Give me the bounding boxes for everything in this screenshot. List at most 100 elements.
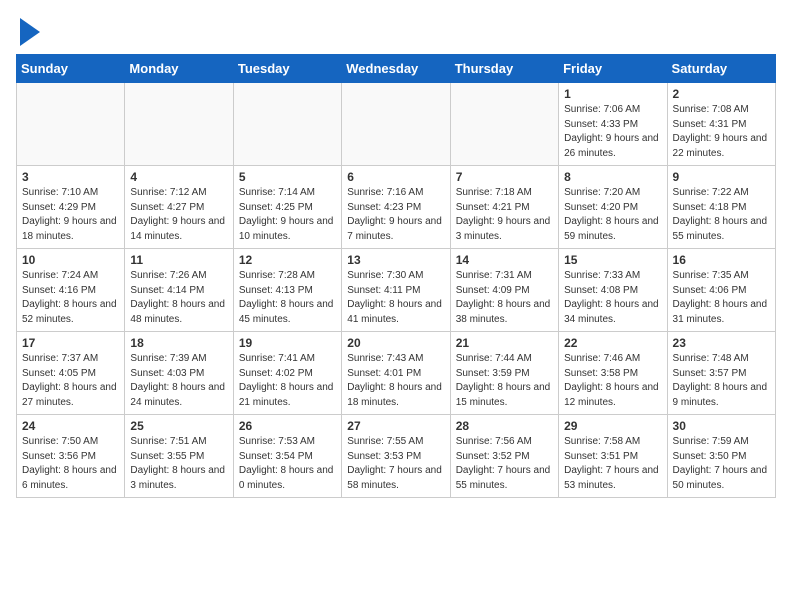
page-header xyxy=(16,16,776,46)
day-number: 20 xyxy=(347,336,444,350)
day-number: 28 xyxy=(456,419,553,433)
calendar-cell: 6 Sunrise: 7:16 AM Sunset: 4:23 PM Daylig… xyxy=(342,166,450,249)
calendar-header-sunday: Sunday xyxy=(17,55,125,83)
calendar-cell: 10 Sunrise: 7:24 AM Sunset: 4:16 PM Dayli… xyxy=(17,249,125,332)
day-info: Sunrise: 7:37 AM Sunset: 4:05 PM Dayligh… xyxy=(22,352,119,410)
day-number: 8 xyxy=(564,170,661,184)
day-number: 22 xyxy=(564,336,661,350)
day-info: Sunrise: 7:50 AM Sunset: 3:56 PM Dayligh… xyxy=(22,435,119,493)
day-info: Sunrise: 7:48 AM Sunset: 3:57 PM Dayligh… xyxy=(673,352,770,410)
day-info: Sunrise: 7:30 AM Sunset: 4:11 PM Dayligh… xyxy=(347,269,444,327)
calendar-cell: 20 Sunrise: 7:43 AM Sunset: 4:01 PM Dayli… xyxy=(342,332,450,415)
day-number: 23 xyxy=(673,336,770,350)
calendar-cell xyxy=(125,83,233,166)
calendar-cell: 26 Sunrise: 7:53 AM Sunset: 3:54 PM Dayli… xyxy=(233,415,341,498)
calendar-cell: 30 Sunrise: 7:59 AM Sunset: 3:50 PM Dayli… xyxy=(667,415,775,498)
day-info: Sunrise: 7:59 AM Sunset: 3:50 PM Dayligh… xyxy=(673,435,770,493)
logo xyxy=(16,16,40,46)
calendar-cell: 25 Sunrise: 7:51 AM Sunset: 3:55 PM Dayli… xyxy=(125,415,233,498)
calendar-cell: 13Sunrise: 7:30 AM Sunset: 4:11 PM Dayli… xyxy=(342,249,450,332)
day-number: 26 xyxy=(239,419,336,433)
day-number: 4 xyxy=(130,170,227,184)
day-number: 1 xyxy=(564,87,661,101)
calendar-cell: 3 Sunrise: 7:10 AM Sunset: 4:29 PM Daylig… xyxy=(17,166,125,249)
day-info: Sunrise: 7:14 AM Sunset: 4:25 PM Dayligh… xyxy=(239,186,336,244)
day-number: 14 xyxy=(456,253,553,267)
calendar-header-monday: Monday xyxy=(125,55,233,83)
calendar-week-4: 17 Sunrise: 7:37 AM Sunset: 4:05 PM Dayli… xyxy=(17,332,776,415)
calendar-header-friday: Friday xyxy=(559,55,667,83)
calendar-header-row: SundayMondayTuesdayWednesdayThursdayFrid… xyxy=(17,55,776,83)
calendar-cell: 29 Sunrise: 7:58 AM Sunset: 3:51 PM Dayli… xyxy=(559,415,667,498)
day-info: Sunrise: 7:12 AM Sunset: 4:27 PM Dayligh… xyxy=(130,186,227,244)
calendar-header-tuesday: Tuesday xyxy=(233,55,341,83)
day-number: 30 xyxy=(673,419,770,433)
day-info: Sunrise: 7:24 AM Sunset: 4:16 PM Dayligh… xyxy=(22,269,119,327)
day-info: Sunrise: 7:22 AM Sunset: 4:18 PM Dayligh… xyxy=(673,186,770,244)
day-info: Sunrise: 7:41 AM Sunset: 4:02 PM Dayligh… xyxy=(239,352,336,410)
calendar-cell: 14 Sunrise: 7:31 AM Sunset: 4:09 PM Dayli… xyxy=(450,249,558,332)
calendar-cell: 7 Sunrise: 7:18 AM Sunset: 4:21 PM Daylig… xyxy=(450,166,558,249)
calendar-header-saturday: Saturday xyxy=(667,55,775,83)
calendar-cell: 19 Sunrise: 7:41 AM Sunset: 4:02 PM Dayli… xyxy=(233,332,341,415)
calendar-cell: 16 Sunrise: 7:35 AM Sunset: 4:06 PM Dayli… xyxy=(667,249,775,332)
day-info: Sunrise: 7:18 AM Sunset: 4:21 PM Dayligh… xyxy=(456,186,553,244)
day-number: 12 xyxy=(239,253,336,267)
day-number: 15 xyxy=(564,253,661,267)
day-number: 2 xyxy=(673,87,770,101)
day-number: 18 xyxy=(130,336,227,350)
day-info: Sunrise: 7:58 AM Sunset: 3:51 PM Dayligh… xyxy=(564,435,661,493)
day-number: 10 xyxy=(22,253,119,267)
day-info: Sunrise: 7:33 AM Sunset: 4:08 PM Dayligh… xyxy=(564,269,661,327)
day-info: Sunrise: 7:46 AM Sunset: 3:58 PM Dayligh… xyxy=(564,352,661,410)
calendar-cell: 8Sunrise: 7:20 AM Sunset: 4:20 PM Daylig… xyxy=(559,166,667,249)
day-number: 7 xyxy=(456,170,553,184)
calendar-cell: 15 Sunrise: 7:33 AM Sunset: 4:08 PM Dayli… xyxy=(559,249,667,332)
day-number: 16 xyxy=(673,253,770,267)
calendar-header-wednesday: Wednesday xyxy=(342,55,450,83)
day-number: 19 xyxy=(239,336,336,350)
day-info: Sunrise: 7:28 AM Sunset: 4:13 PM Dayligh… xyxy=(239,269,336,327)
calendar-cell: 21 Sunrise: 7:44 AM Sunset: 3:59 PM Dayli… xyxy=(450,332,558,415)
day-info: Sunrise: 7:26 AM Sunset: 4:14 PM Dayligh… xyxy=(130,269,227,327)
day-info: Sunrise: 7:06 AM Sunset: 4:33 PM Dayligh… xyxy=(564,103,661,161)
day-info: Sunrise: 7:35 AM Sunset: 4:06 PM Dayligh… xyxy=(673,269,770,327)
day-info: Sunrise: 7:16 AM Sunset: 4:23 PM Dayligh… xyxy=(347,186,444,244)
day-number: 24 xyxy=(22,419,119,433)
day-info: Sunrise: 7:53 AM Sunset: 3:54 PM Dayligh… xyxy=(239,435,336,493)
calendar-table: SundayMondayTuesdayWednesdayThursdayFrid… xyxy=(16,54,776,498)
calendar-week-1: 1 Sunrise: 7:06 AM Sunset: 4:33 PM Daylig… xyxy=(17,83,776,166)
day-number: 21 xyxy=(456,336,553,350)
calendar-cell xyxy=(233,83,341,166)
day-info: Sunrise: 7:08 AM Sunset: 4:31 PM Dayligh… xyxy=(673,103,770,161)
day-info: Sunrise: 7:10 AM Sunset: 4:29 PM Dayligh… xyxy=(22,186,119,244)
calendar-header-thursday: Thursday xyxy=(450,55,558,83)
calendar-cell: 2 Sunrise: 7:08 AM Sunset: 4:31 PM Daylig… xyxy=(667,83,775,166)
calendar-cell: 23 Sunrise: 7:48 AM Sunset: 3:57 PM Dayli… xyxy=(667,332,775,415)
day-number: 17 xyxy=(22,336,119,350)
day-info: Sunrise: 7:31 AM Sunset: 4:09 PM Dayligh… xyxy=(456,269,553,327)
day-number: 29 xyxy=(564,419,661,433)
calendar-cell: 12 Sunrise: 7:28 AM Sunset: 4:13 PM Dayli… xyxy=(233,249,341,332)
day-number: 25 xyxy=(130,419,227,433)
calendar-cell: 28Sunrise: 7:56 AM Sunset: 3:52 PM Dayli… xyxy=(450,415,558,498)
day-number: 9 xyxy=(673,170,770,184)
calendar-cell: 4 Sunrise: 7:12 AM Sunset: 4:27 PM Daylig… xyxy=(125,166,233,249)
calendar-week-5: 24 Sunrise: 7:50 AM Sunset: 3:56 PM Dayli… xyxy=(17,415,776,498)
day-info: Sunrise: 7:43 AM Sunset: 4:01 PM Dayligh… xyxy=(347,352,444,410)
calendar-cell: 5Sunrise: 7:14 AM Sunset: 4:25 PM Daylig… xyxy=(233,166,341,249)
day-info: Sunrise: 7:39 AM Sunset: 4:03 PM Dayligh… xyxy=(130,352,227,410)
day-info: Sunrise: 7:51 AM Sunset: 3:55 PM Dayligh… xyxy=(130,435,227,493)
day-number: 11 xyxy=(130,253,227,267)
day-info: Sunrise: 7:55 AM Sunset: 3:53 PM Dayligh… xyxy=(347,435,444,493)
calendar-cell: 17 Sunrise: 7:37 AM Sunset: 4:05 PM Dayli… xyxy=(17,332,125,415)
calendar-cell: 11 Sunrise: 7:26 AM Sunset: 4:14 PM Dayli… xyxy=(125,249,233,332)
calendar-cell xyxy=(450,83,558,166)
calendar-cell: 1 Sunrise: 7:06 AM Sunset: 4:33 PM Daylig… xyxy=(559,83,667,166)
day-number: 6 xyxy=(347,170,444,184)
logo-arrow-icon xyxy=(20,18,40,46)
day-info: Sunrise: 7:44 AM Sunset: 3:59 PM Dayligh… xyxy=(456,352,553,410)
calendar-cell: 18 Sunrise: 7:39 AM Sunset: 4:03 PM Dayli… xyxy=(125,332,233,415)
calendar-week-3: 10 Sunrise: 7:24 AM Sunset: 4:16 PM Dayli… xyxy=(17,249,776,332)
day-number: 3 xyxy=(22,170,119,184)
